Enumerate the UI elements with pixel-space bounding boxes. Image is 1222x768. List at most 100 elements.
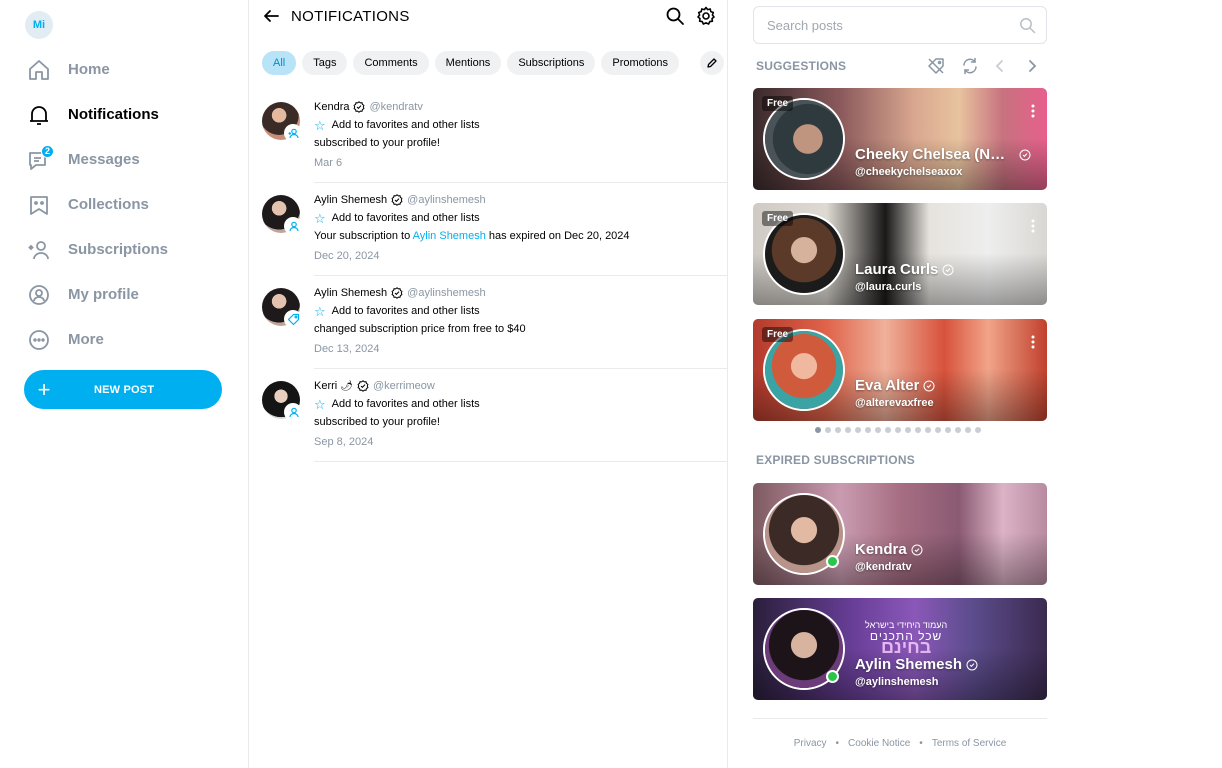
privacy-link[interactable]: Privacy (794, 738, 827, 749)
pager-dot[interactable] (875, 427, 881, 433)
nav-item-notifications[interactable]: Notifications (26, 92, 236, 137)
plus-icon: + (37, 376, 51, 402)
more-vert-icon[interactable] (1031, 335, 1035, 349)
profile-icon (26, 282, 52, 308)
notification-date: Sep 8, 2024 (314, 436, 374, 448)
suggestion-card[interactable]: Free Laura Curls @laura.curls (753, 203, 1047, 305)
notification-text-prefix: Your subscription to (314, 230, 413, 242)
suggestion-card[interactable]: Free Eva Alter @alterevaxfree (753, 319, 1047, 421)
back-arrow-icon[interactable] (262, 7, 280, 25)
subscribe-icon (288, 407, 299, 417)
left-sidebar: Mi Home Notifications 2 Messages Collect… (0, 0, 248, 768)
card-name: Aylin Shemesh (855, 656, 978, 673)
notification-text: subscribed to your profile! (314, 137, 440, 149)
pager-dot[interactable] (895, 427, 901, 433)
filter-chip-subscriptions[interactable]: Subscriptions (507, 51, 596, 75)
notification-text-suffix: has expired on Dec 20, 2024 (485, 230, 630, 242)
expired-subscription-card[interactable]: Kendra @kendratv (753, 483, 1047, 585)
notification-user-name[interactable]: Aylin Shemesh (314, 194, 387, 206)
free-badge: Free (762, 327, 794, 342)
notification-item[interactable]: Kerri 🌶 @kerrimeow ☆ Add to favorites and… (262, 369, 728, 462)
verified-icon (391, 194, 403, 206)
refresh-icon (963, 57, 977, 75)
separator-dot: • (919, 738, 923, 749)
user-avatar[interactable]: Mi (25, 11, 53, 39)
pager-dot[interactable] (855, 427, 861, 433)
add-to-favorites[interactable]: ☆ Add to favorites and other lists (314, 302, 728, 320)
notification-item[interactable]: Aylin Shemesh @aylinshemesh ☆ Add to favo… (262, 276, 728, 369)
pager-dot[interactable] (945, 427, 951, 433)
verified-icon (966, 659, 978, 670)
filter-chip-mentions[interactable]: Mentions (434, 51, 502, 75)
free-badge: Free (762, 96, 794, 111)
cookie-notice-link[interactable]: Cookie Notice (848, 738, 910, 749)
pager-dot[interactable] (885, 427, 891, 433)
notification-user-handle[interactable]: @aylinshemesh (407, 194, 485, 206)
add-to-favorites[interactable]: ☆ Add to favorites and other lists (314, 209, 728, 227)
nav-item-profile[interactable]: My profile (26, 272, 236, 317)
more-vert-icon[interactable] (1031, 104, 1035, 118)
nav-item-collections[interactable]: Collections (26, 182, 236, 227)
search-icon[interactable] (1019, 17, 1036, 34)
more-vert-icon[interactable] (1031, 219, 1035, 233)
notification-user-name[interactable]: Kendra (314, 101, 349, 113)
filter-chip-comments[interactable]: Comments (353, 51, 429, 75)
filter-chip-tags[interactable]: Tags (302, 51, 348, 75)
search-icon[interactable] (665, 6, 685, 26)
pager-dot[interactable] (825, 427, 831, 433)
home-icon (26, 57, 52, 83)
nav-label: Messages (68, 151, 140, 168)
notification-item[interactable]: Kendra @kendratv ☆ Add to favorites and o… (262, 90, 728, 183)
pager-dot[interactable] (845, 427, 851, 433)
filter-chip-all[interactable]: All (262, 51, 297, 75)
prev-button[interactable] (990, 56, 1010, 81)
gear-icon[interactable] (696, 6, 716, 26)
notification-item[interactable]: Aylin Shemesh @aylinshemesh ☆ Add to favo… (262, 183, 728, 276)
nav-item-subscriptions[interactable]: Subscriptions (26, 227, 236, 272)
pencil-icon (707, 58, 717, 68)
pager-dot[interactable] (865, 427, 871, 433)
bookmark-icon (26, 192, 52, 218)
nav-item-more[interactable]: More (26, 317, 236, 362)
subscriptions-icon (26, 237, 52, 263)
new-post-button[interactable]: + NEW POST (24, 370, 222, 409)
pager-dot[interactable] (955, 427, 961, 433)
expired-subscription-card[interactable]: העמוד היחידי בישראל שכל התכנים בחינם Ayl… (753, 598, 1047, 700)
nav-item-home[interactable]: Home (26, 47, 236, 92)
notification-user-name[interactable]: Kerri (314, 380, 337, 392)
pager-dot[interactable] (915, 427, 921, 433)
add-to-favorites[interactable]: ☆ Add to favorites and other lists (314, 116, 728, 134)
card-handle: @aylinshemesh (855, 676, 939, 688)
pager-dot[interactable] (975, 427, 981, 433)
pager-dot[interactable] (925, 427, 931, 433)
card-name: Laura Curls (855, 261, 954, 278)
hide-paid-toggle[interactable] (926, 56, 946, 81)
edit-filters-button[interactable] (700, 51, 724, 75)
star-icon: ☆ (314, 396, 326, 412)
notification-user-handle[interactable]: @kerrimeow (373, 380, 435, 392)
notification-user-name[interactable]: Aylin Shemesh (314, 287, 387, 299)
terms-link[interactable]: Terms of Service (932, 738, 1006, 749)
pager-dot[interactable] (815, 427, 821, 433)
notification-user-handle[interactable]: @aylinshemesh (407, 287, 485, 299)
verified-icon (1019, 149, 1031, 160)
profile-link[interactable]: Aylin Shemesh (413, 230, 486, 242)
refresh-button[interactable] (960, 56, 980, 81)
notification-type-badge (284, 217, 302, 235)
add-to-favorites[interactable]: ☆ Add to favorites and other lists (314, 395, 728, 413)
nav-label: Notifications (68, 106, 159, 123)
suggestion-card[interactable]: Free Cheeky Chelsea (NSFW) @cheekychelse… (753, 88, 1047, 190)
pager-dot[interactable] (835, 427, 841, 433)
notification-user-handle[interactable]: @kendratv (369, 101, 422, 113)
pager-dot[interactable] (905, 427, 911, 433)
filter-chip-promotions[interactable]: Promotions (601, 51, 679, 75)
next-button[interactable] (1022, 56, 1042, 81)
notification-text: Your subscription to Aylin Shemesh has e… (314, 227, 728, 245)
verified-icon (911, 544, 923, 555)
card-handle: @cheekychelseaxox (855, 166, 963, 178)
pager-dot[interactable] (965, 427, 971, 433)
search-input[interactable] (767, 17, 1007, 33)
nav-item-messages[interactable]: 2 Messages (26, 137, 236, 182)
price-tag-icon (287, 313, 299, 325)
pager-dot[interactable] (935, 427, 941, 433)
